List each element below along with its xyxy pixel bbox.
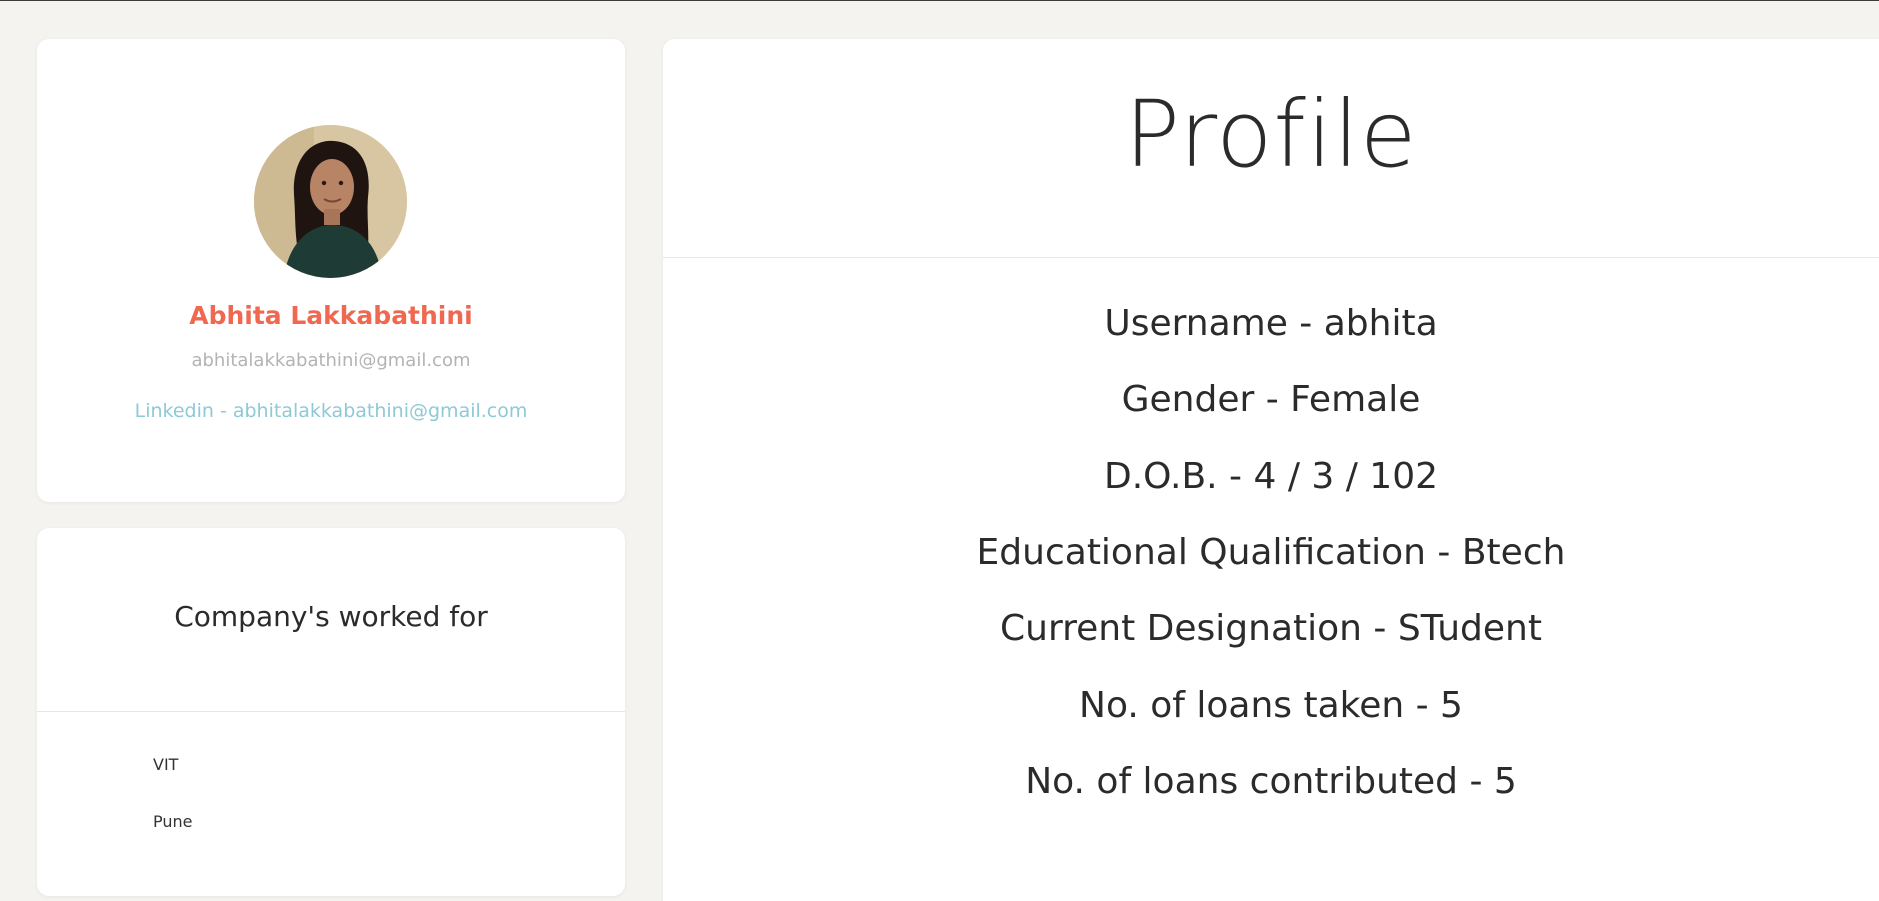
top-border bbox=[0, 0, 1879, 1]
profile-card: Abhita Lakkabathini abhitalakkabathini@g… bbox=[37, 39, 625, 502]
user-photo-icon bbox=[254, 125, 407, 278]
detail-dob: D.O.B. - 4 / 3 / 102 bbox=[1103, 456, 1439, 497]
companies-title: Company's worked for bbox=[174, 600, 488, 633]
detail-gender: Gender - Female bbox=[1121, 379, 1421, 420]
linkedin-link[interactable]: Linkedin - abhitalakkabathini@gmail.com bbox=[37, 400, 625, 422]
avatar bbox=[254, 125, 407, 278]
company-item: Pune bbox=[153, 812, 193, 831]
detail-loans-contributed: No. of loans contributed - 5 bbox=[1025, 761, 1517, 802]
profile-name: Abhita Lakkabathini bbox=[189, 301, 473, 330]
divider bbox=[37, 711, 625, 712]
companies-card: Company's worked for VIT Pune bbox=[37, 528, 625, 896]
profile-details-panel: Profile Username - abhita Gender - Femal… bbox=[663, 39, 1879, 901]
page-title: Profile bbox=[1124, 81, 1418, 188]
divider bbox=[663, 257, 1879, 258]
company-item: VIT bbox=[153, 755, 179, 774]
profile-email: abhitalakkabathini@gmail.com bbox=[191, 350, 471, 371]
detail-designation: Current Designation - STudent bbox=[1000, 608, 1542, 649]
detail-username: Username - abhita bbox=[1104, 303, 1438, 344]
detail-loans-taken: No. of loans taken - 5 bbox=[1079, 685, 1463, 726]
detail-education: Educational Qualification - Btech bbox=[976, 532, 1566, 573]
